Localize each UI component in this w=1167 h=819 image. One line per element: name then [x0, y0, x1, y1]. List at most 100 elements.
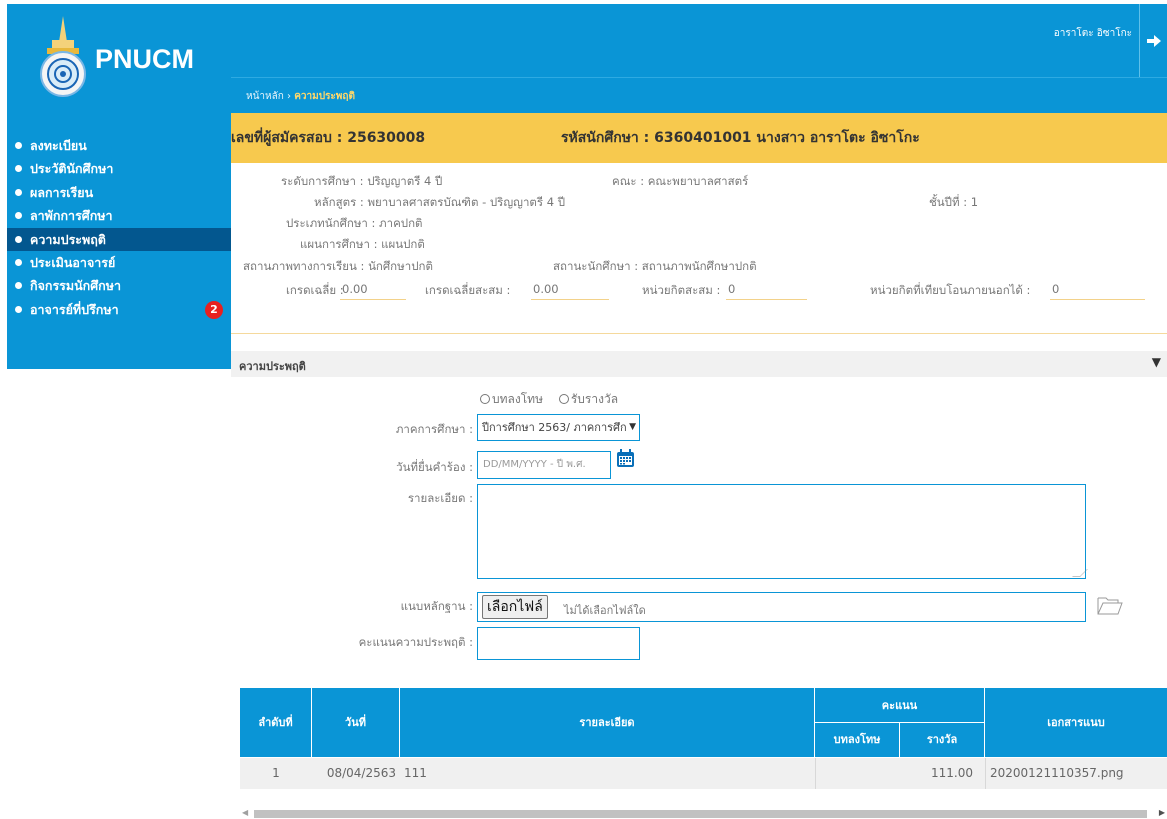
sidebar-item-conduct[interactable]: ความประพฤติ — [7, 227, 231, 251]
logout-arrow-icon — [1146, 35, 1161, 47]
gpax-value: 0.00 — [531, 282, 609, 300]
detail-textarea[interactable] — [477, 484, 1088, 579]
cell-date: 08/04/2563 — [312, 758, 400, 789]
calendar-icon[interactable] — [616, 449, 635, 468]
th-date: วันที่ — [312, 688, 400, 757]
student-header: เลขที่ผู้สมัครสอบ : 25630008 รหัสนักศึกษ… — [231, 113, 1167, 163]
request-date-label: วันที่ยื่นคำร้อง : — [396, 460, 473, 474]
credits-value: 0 — [726, 282, 807, 300]
th-no: ลำดับที่ — [240, 688, 312, 757]
sidebar-item-grades[interactable]: ผลการเรียน — [7, 181, 231, 204]
sidebar-item-activities[interactable]: กิจกรรมนักศึกษา — [7, 274, 231, 297]
chevron-down-icon: ▼ — [629, 422, 636, 432]
bullet-icon — [15, 305, 22, 313]
study-status: สถานภาพทางการเรียน : นักศึกษาปกติ — [243, 259, 433, 273]
conduct-score-input[interactable] — [477, 627, 640, 660]
th-score: คะแนน — [815, 688, 985, 723]
sidebar-item-label: ลงทะเบียน — [30, 138, 87, 153]
bullet-icon — [15, 142, 22, 149]
sidebar-item-label: ประวัตินักศึกษา — [30, 161, 114, 177]
credits-label: หน่วยกิตสะสม : — [642, 283, 721, 297]
th-punishment: บทลงโทษ — [815, 723, 900, 757]
faculty: คณะ : คณะพยาบาลศาสตร์ — [612, 174, 749, 188]
radio-label: รับรางวัล — [570, 392, 619, 406]
gpa-label: เกรดเฉลี่ย : — [286, 283, 344, 297]
transfer-credits-label: หน่วยกิตที่เทียบโอนภายนอกได้ : — [870, 283, 1031, 297]
education-level: ระดับการศึกษา : ปริญญาตรี 4 ปี — [281, 174, 443, 188]
detail-label: รายละเอียด : — [407, 491, 473, 505]
curriculum: หลักสูตร : พยาบาลศาสตรบัณฑิต - ปริญญาตรี… — [314, 195, 565, 209]
bullet-icon — [15, 282, 22, 290]
cell-award: 111.00 — [900, 758, 985, 789]
study-plan: แผนการศึกษา : แผนปกติ — [300, 237, 425, 251]
cell-detail: 111 — [400, 758, 815, 789]
th-attachment: เอกสารแนบ — [985, 688, 1167, 757]
sidebar: PNUCM ลงทะเบียน ประวัตินักศึกษา ผลการเรี… — [7, 4, 231, 369]
cell-attachment[interactable]: 20200121110357.png — [985, 758, 1167, 789]
gpax-label: เกรดเฉลี่ยสะสม : — [425, 283, 511, 297]
bullet-icon — [15, 188, 22, 196]
sidebar-item-label: ประเมินอาจารย์ — [30, 254, 116, 270]
sidebar-item-label: อาจารย์ที่ปรึกษา — [30, 301, 119, 317]
student-id: รหัสนักศึกษา : 6360401001 นางสาว อาราโตะ… — [561, 130, 920, 146]
scroll-right-icon[interactable]: ▶ — [1159, 808, 1165, 817]
scroll-left-icon[interactable]: ◀ — [242, 808, 248, 817]
semester-selected-value: ปีการศึกษา 2563/ ภาคการศึก — [482, 421, 627, 434]
conduct-section-header[interactable]: ความประพฤติ ▼ — [231, 351, 1167, 377]
sidebar-item-profile[interactable]: ประวัตินักศึกษา — [7, 157, 231, 180]
applicant-number: เลขที่ผู้สมัครสอบ : 25630008 — [231, 130, 426, 146]
evidence-file-input[interactable]: เลือกไฟล์ ไม่ได้เลือกไฟล์ใด — [477, 592, 1086, 622]
radio-circle-icon — [558, 394, 569, 404]
student-type: ประเภทนักศึกษา : ภาคปกติ — [286, 216, 423, 230]
th-detail: รายละเอียด — [400, 688, 815, 757]
conduct-type-radio-group: บทลงโทษ รับรางวัล — [480, 390, 630, 409]
breadcrumb-current: ความประพฤติ — [294, 91, 355, 102]
app-logo-text: PNUCM — [95, 44, 194, 74]
breadcrumb-separator: › — [287, 91, 292, 102]
sidebar-item-leave[interactable]: ลาพักการศึกษา — [7, 204, 231, 227]
user-name[interactable]: อาราโตะ อิซาโกะ — [1054, 26, 1132, 41]
notification-badge: 2 — [205, 300, 223, 319]
sidebar-item-advisor[interactable]: อาจารย์ที่ปรึกษา 2 — [7, 298, 231, 321]
top-bar: อาราโตะ อิซาโกะ — [231, 4, 1167, 77]
radio-circle-icon — [480, 394, 490, 404]
breadcrumb: หน้าหลัก › ความประพฤติ — [246, 89, 355, 104]
year-level: ชั้นปีที่ : 1 — [929, 195, 979, 209]
cell-punishment — [815, 758, 900, 789]
sidebar-menu: ลงทะเบียน ประวัตินักศึกษา ผลการเรียน ลาพ… — [7, 134, 231, 321]
sidebar-item-label: ผลการเรียน — [30, 184, 94, 200]
radio-punishment[interactable]: บทลงโทษ — [480, 390, 543, 409]
file-status: ไม่ได้เลือกไฟล์ใด — [564, 604, 646, 617]
collapse-toggle-icon[interactable]: ▼ — [1152, 355, 1161, 369]
gpa-value: 0.00 — [340, 282, 406, 300]
sidebar-item-label: ความประพฤติ — [30, 231, 106, 247]
horizontal-scrollbar[interactable]: ◀ ▶ — [240, 808, 1167, 819]
sidebar-item-label: กิจกรรมนักศึกษา — [30, 278, 122, 294]
sidebar-item-label: ลาพักการศึกษา — [30, 208, 113, 224]
transfer-credits-value: 0 — [1050, 282, 1145, 300]
bullet-icon — [15, 258, 22, 266]
section-title: ความประพฤติ — [239, 360, 306, 373]
choose-file-button[interactable]: เลือกไฟล์ — [482, 595, 548, 619]
evidence-label: แนบหลักฐาน : — [400, 599, 473, 613]
folder-open-icon[interactable] — [1096, 594, 1124, 616]
logout-button[interactable] — [1140, 4, 1167, 77]
th-award: รางวัล — [900, 723, 985, 757]
breadcrumb-bar: หน้าหลัก › ความประพฤติ — [231, 77, 1167, 113]
scrollbar-thumb[interactable] — [254, 810, 1147, 818]
cell-no: 1 — [240, 758, 312, 789]
radio-award[interactable]: รับรางวัล — [558, 390, 619, 409]
radio-label: บทลงโทษ — [492, 392, 544, 406]
semester-select[interactable]: ปีการศึกษา 2563/ ภาคการศึก ▼ — [477, 414, 640, 441]
breadcrumb-home[interactable]: หน้าหลัก — [246, 91, 284, 102]
sidebar-item-register[interactable]: ลงทะเบียน — [7, 134, 231, 157]
logo-area: PNUCM — [7, 4, 231, 108]
semester-label: ภาคการศึกษา : — [395, 422, 473, 436]
conduct-score-label: คะแนนความประพฤติ : — [358, 635, 473, 649]
resize-grip-icon[interactable] — [1072, 569, 1088, 577]
bullet-icon — [15, 165, 22, 173]
request-date-input[interactable]: DD/MM/YYYY - ปี พ.ศ. — [477, 451, 611, 479]
divider — [231, 333, 1167, 334]
sidebar-item-evaluate-teacher[interactable]: ประเมินอาจารย์ — [7, 251, 231, 274]
bullet-icon — [15, 235, 22, 243]
